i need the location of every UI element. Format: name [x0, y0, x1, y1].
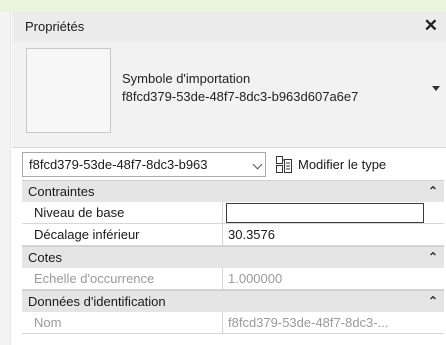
type-dropdown-arrow-icon[interactable]	[432, 86, 440, 91]
chevron-down-icon	[252, 159, 263, 170]
group-label: Cotes	[28, 250, 62, 265]
panel-titlebar: Propriétés ✕	[12, 12, 446, 42]
window-left-strip	[0, 12, 11, 345]
panel-title: Propriétés	[25, 19, 85, 34]
collapse-icon[interactable]: ⌃	[428, 250, 438, 264]
group-header-constraints[interactable]: Contraintes ⌃	[22, 180, 444, 202]
base-level-input[interactable]	[226, 203, 424, 223]
collapse-icon[interactable]: ⌃	[428, 184, 438, 198]
type-preview[interactable]: Symbole d'importation f8fcd379-53de-48f7…	[12, 42, 446, 148]
type-name: Symbole d'importation f8fcd379-53de-48f7…	[122, 70, 358, 106]
property-row-instance-scale: Echelle d'occurrence 1.000000	[22, 268, 444, 290]
type-category: Symbole d'importation	[122, 71, 251, 86]
modify-type-button[interactable]: Modifier le type	[276, 152, 386, 177]
group-header-dimensions[interactable]: Cotes ⌃	[22, 246, 444, 268]
properties-grid: Contraintes ⌃ Niveau de base Décalage in…	[22, 180, 444, 334]
type-id: f8fcd379-53de-48f7-8dc3-b963d607a6e7	[122, 89, 359, 104]
group-label: Données d'identification	[28, 294, 166, 309]
type-selector-value: f8fcd379-53de-48f7-8dc3-b963	[29, 157, 208, 172]
properties-panel: Propriétés ✕ Symbole d'importation f8fcd…	[12, 12, 446, 345]
property-name: Echelle d'occurrence	[22, 268, 223, 289]
collapse-icon[interactable]: ⌃	[428, 294, 438, 308]
property-row-base-level[interactable]: Niveau de base	[22, 202, 444, 224]
property-row-name: Nom f8fcd379-53de-48f7-8dc3-...	[22, 312, 444, 334]
group-header-identity[interactable]: Données d'identification ⌃	[22, 290, 444, 312]
property-row-bottom-offset[interactable]: Décalage inférieur 30.3576	[22, 224, 444, 246]
type-thumbnail	[26, 48, 111, 133]
close-icon[interactable]: ✕	[424, 16, 438, 36]
edit-type-icon	[276, 155, 292, 173]
property-name: Décalage inférieur	[22, 224, 223, 245]
instance-scale-value: 1.000000	[228, 271, 283, 286]
property-name: Niveau de base	[22, 202, 223, 223]
property-name: Nom	[22, 312, 223, 333]
type-selector-dropdown[interactable]: f8fcd379-53de-48f7-8dc3-b963	[22, 152, 266, 177]
window-top-strip	[0, 0, 446, 12]
name-value: f8fcd379-53de-48f7-8dc3-...	[228, 315, 389, 330]
group-label: Contraintes	[28, 184, 95, 199]
modify-type-label: Modifier le type	[298, 157, 387, 172]
bottom-offset-value[interactable]: 30.3576	[224, 224, 444, 245]
